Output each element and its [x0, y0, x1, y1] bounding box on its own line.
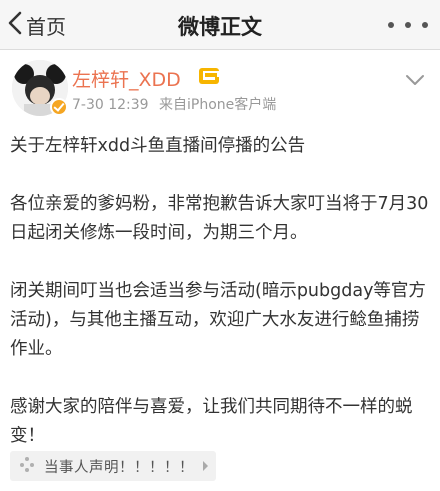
chevron-down-icon[interactable] — [404, 72, 426, 86]
page-title: 微博正文 — [178, 15, 262, 39]
back-button[interactable]: 首页 — [6, 8, 66, 42]
verified-badge-icon — [50, 98, 68, 116]
topic-chip[interactable]: 当事人声明！！！！！ — [10, 451, 216, 481]
chevron-right-icon — [203, 461, 208, 471]
chip-label: 当事人声明！！！！！ — [44, 459, 194, 476]
post-paragraph: 感谢大家的陪伴与喜爱，让我们共同期待不一样的蜕变！ — [10, 397, 413, 446]
username-link[interactable]: 左梓轩_XDD — [72, 65, 181, 92]
more-dots-icon — [388, 22, 394, 28]
chevron-left-icon — [6, 10, 24, 40]
post-body: 关于左梓轩xdd斗鱼直播间停播的公告 各位亲爱的爹妈粉，非常抱歉告诉大家叮当将于… — [10, 132, 430, 480]
back-label: 首页 — [26, 14, 66, 39]
post-time: 7-30 12:39 — [72, 97, 149, 113]
top-navbar: 首页 微博正文 — [0, 0, 440, 50]
vip-crown-icon — [199, 68, 219, 84]
post-paragraph: 关于左梓轩xdd斗鱼直播间停播的公告 — [10, 136, 306, 156]
post-meta: 7-30 12:39 来自iPhone客户端 — [72, 94, 282, 114]
post-source: 来自iPhone客户端 — [159, 97, 277, 113]
more-options-button[interactable] — [388, 18, 428, 32]
post-paragraph: 各位亲爱的爹妈粉，非常抱歉告诉大家叮当将于7月30日起闭关修炼一段时间，为期三个… — [10, 194, 429, 243]
post-paragraph: 闭关期间叮当也会适当参与活动(暗示pubgday等官方活动)，与其他主播互动，欢… — [10, 281, 426, 359]
sparkle-icon — [18, 455, 36, 477]
post-header: 左梓轩_XDD 7-30 12:39 来自iPhone客户端 — [0, 56, 440, 120]
